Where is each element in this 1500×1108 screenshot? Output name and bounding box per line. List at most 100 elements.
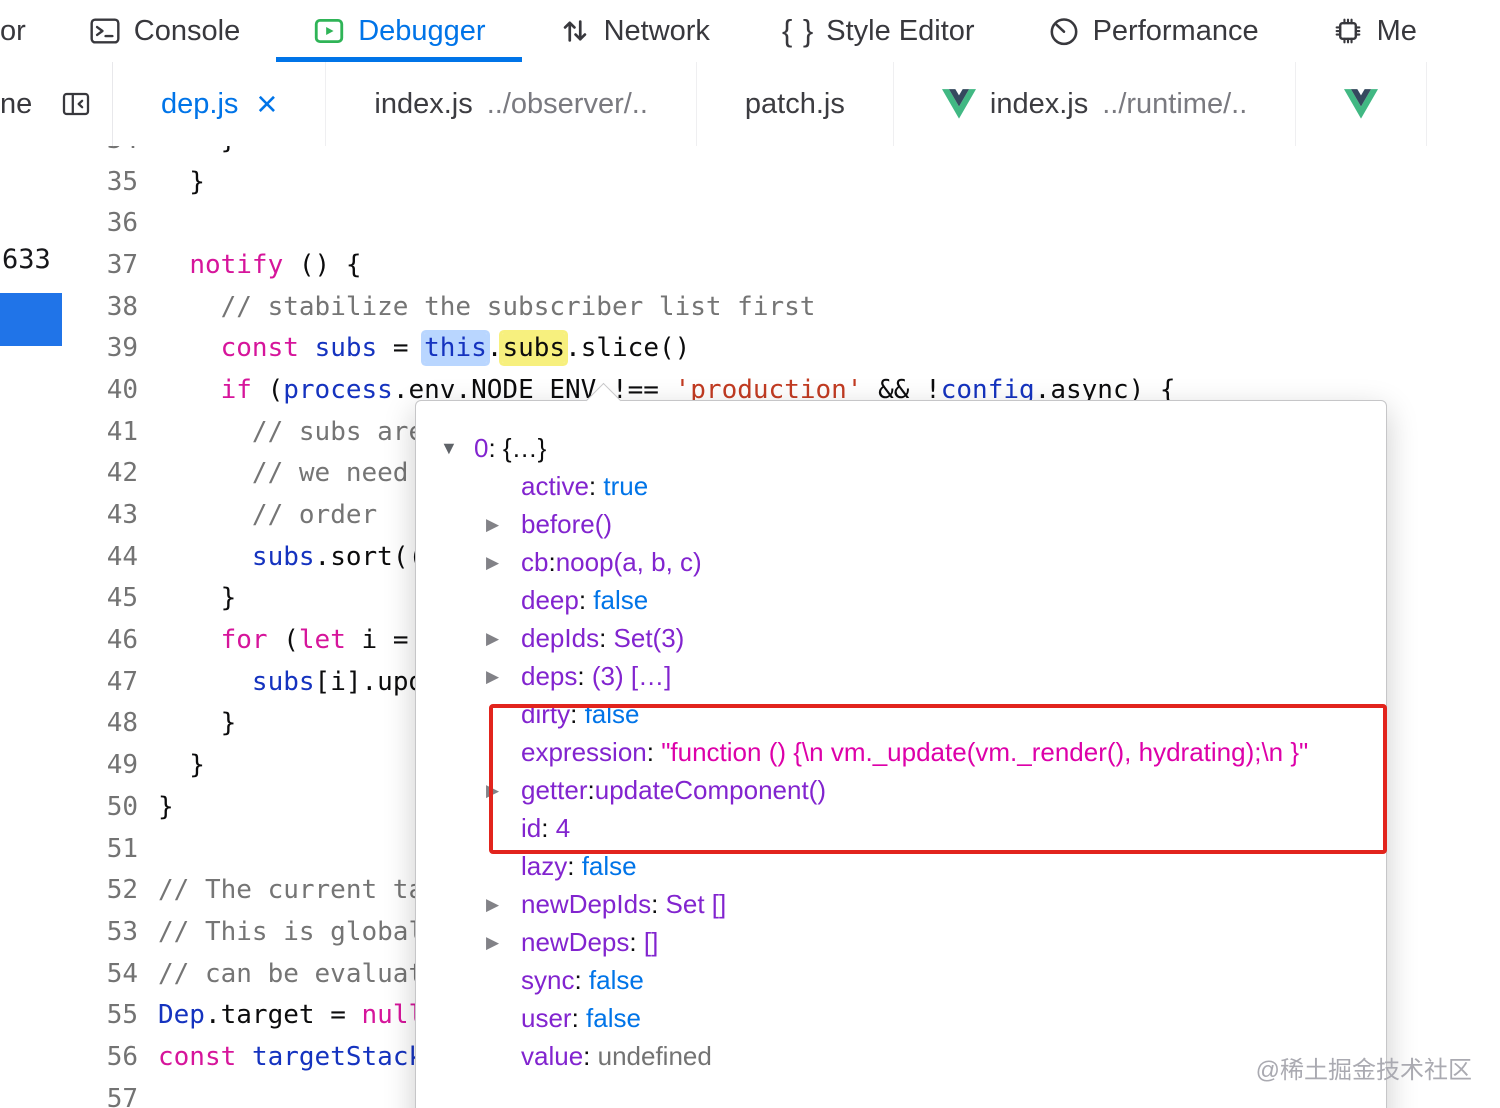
line-number[interactable]: 46 [62, 625, 154, 655]
panel-tab-debugger[interactable]: Debugger [276, 0, 521, 62]
line-number[interactable]: 42 [62, 458, 154, 488]
line-number[interactable]: 34 [62, 146, 154, 155]
close-icon[interactable]: × [256, 86, 277, 122]
property-separator: : [587, 775, 595, 805]
property-separator: : [651, 889, 666, 919]
file-tab-index-js[interactable]: index.js ../observer/.. [326, 62, 697, 146]
property-name: expression [521, 737, 647, 767]
line-number[interactable]: 39 [62, 333, 154, 363]
code-line-36[interactable]: 36 [62, 202, 1500, 244]
object-preview: {…} [502, 433, 547, 463]
line-number[interactable]: 55 [62, 1000, 154, 1030]
panel-tab-network[interactable]: Network [522, 0, 746, 62]
toggle-sources-pane-button[interactable] [40, 62, 113, 146]
file-tab-path: ../runtime/.. [1102, 87, 1248, 120]
property-name: cb [521, 547, 549, 577]
object-separator: : [488, 433, 503, 463]
line-number[interactable]: 57 [62, 1084, 154, 1108]
file-tab-name: index.js [989, 87, 1089, 120]
line-number[interactable]: 50 [62, 792, 154, 822]
property-name: dirty [521, 699, 571, 729]
line-number[interactable]: 47 [62, 667, 154, 697]
property-row-deps[interactable]: ▶ deps: (3) […] [416, 657, 1386, 695]
panel-tab-performance[interactable]: Performance [1011, 0, 1295, 62]
code-text: } [158, 583, 237, 614]
devtools-toolbar: or Console Debugger Network { } Style Editor… [0, 0, 1500, 63]
left-pane-selected-row[interactable] [0, 293, 62, 346]
line-number[interactable]: 43 [62, 500, 154, 530]
object-header[interactable]: ▼ 0: {…} [416, 429, 1386, 467]
line-number[interactable]: 52 [62, 875, 154, 905]
property-separator: : [541, 813, 556, 843]
line-number[interactable]: 51 [62, 834, 154, 864]
panel-tab-me[interactable]: Me [1295, 0, 1453, 62]
expand-arrow-icon[interactable]: ▶ [486, 544, 499, 582]
line-number[interactable]: 45 [62, 583, 154, 613]
property-value: true [603, 471, 649, 501]
property-row-before[interactable]: ▶ before() [416, 505, 1386, 543]
panel-tab-label: Debugger [358, 14, 486, 47]
memory-icon [1331, 14, 1365, 48]
property-row-newDepIds[interactable]: ▶ newDepIds: Set [] [416, 885, 1386, 923]
line-number[interactable]: 54 [62, 959, 154, 989]
property-name: sync [521, 965, 575, 995]
inspector-tab-fragment[interactable]: or [0, 15, 26, 48]
code-line-39[interactable]: 39 const subs = this.subs.slice() [62, 327, 1500, 369]
expand-arrow-icon[interactable]: ▶ [486, 886, 499, 924]
property-name: getter [521, 775, 588, 805]
property-row-getter[interactable]: ▶ getter:updateComponent() [416, 771, 1386, 809]
line-number[interactable]: 44 [62, 542, 154, 572]
file-tab-patch-js[interactable]: patch.js [697, 62, 894, 146]
property-separator: : [599, 623, 614, 653]
code-text: } [158, 166, 205, 197]
panel-tab-label: Style Editor [826, 14, 975, 47]
code-text: // order [251, 500, 378, 531]
code-text: } [158, 708, 237, 739]
panel-tab-console[interactable]: Console [52, 0, 276, 62]
property-row-depIds[interactable]: ▶ depIds: Set(3) [416, 619, 1386, 657]
line-number[interactable]: 53 [62, 917, 154, 947]
file-tab-dep-js[interactable]: dep.js × [113, 62, 327, 146]
property-row-id: id: 4 [416, 809, 1386, 847]
property-value: (3) […] [591, 661, 672, 691]
property-separator: : [567, 851, 582, 881]
line-number[interactable]: 49 [62, 750, 154, 780]
property-row-sync: sync: false [416, 961, 1386, 999]
code-text: } [158, 750, 205, 781]
watermark: @稀土掘金技术社区 [1255, 1057, 1472, 1084]
line-number[interactable]: 40 [62, 375, 154, 405]
line-number[interactable]: 56 [62, 1042, 154, 1072]
code-line-37[interactable]: 37 notify () { [62, 244, 1500, 286]
left-pane-cutoff: 633 [0, 146, 63, 1108]
panel-tab-style-editor[interactable]: { } Style Editor [746, 0, 1011, 62]
property-value: Set(3) [613, 623, 685, 653]
object-index: 0 [474, 433, 489, 463]
line-number[interactable]: 38 [62, 292, 154, 322]
property-value: updateComponent() [594, 775, 826, 805]
expand-arrow-icon[interactable]: ▶ [486, 506, 499, 544]
line-number[interactable]: 41 [62, 417, 154, 447]
property-separator: : [571, 1003, 587, 1033]
network-icon [558, 14, 592, 48]
file-tab-name: patch.js [744, 87, 845, 120]
expand-arrow-icon[interactable]: ▶ [486, 620, 499, 658]
file-tab-index-js[interactable]: index.js ../runtime/.. [894, 62, 1297, 146]
file-tab-cutoff-4[interactable] [1296, 62, 1428, 146]
expand-arrow-icon[interactable]: ▶ [486, 924, 499, 962]
property-name: user [521, 1003, 572, 1033]
property-name: lazy [521, 851, 568, 881]
property-row-newDeps[interactable]: ▶ newDeps: [] [416, 923, 1386, 961]
line-number[interactable]: 37 [62, 250, 154, 280]
collapse-arrow-icon[interactable]: ▼ [440, 429, 458, 467]
line-number[interactable]: 35 [62, 167, 154, 197]
property-value: noop(a, b, c) [555, 547, 702, 577]
code-line-35[interactable]: 35 } [62, 161, 1500, 203]
code-line-38[interactable]: 38 // stabilize the subscriber list firs… [62, 286, 1500, 328]
property-row-cb[interactable]: ▶ cb:noop(a, b, c) [416, 543, 1386, 581]
line-number[interactable]: 36 [62, 208, 154, 238]
code-line-34[interactable]: 34 } [62, 146, 1500, 161]
panel-tabs: Console Debugger Network { } Style Editor Per… [52, 0, 1453, 62]
expand-arrow-icon[interactable]: ▶ [486, 772, 499, 810]
line-number[interactable]: 48 [62, 708, 154, 738]
expand-arrow-icon[interactable]: ▶ [486, 658, 499, 696]
